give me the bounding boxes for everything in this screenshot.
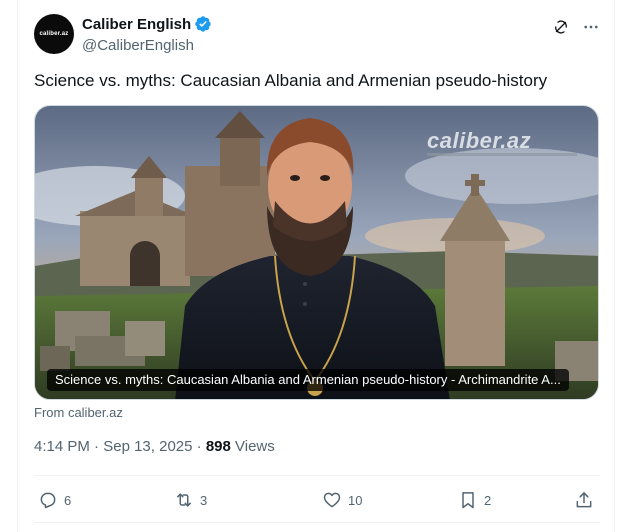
like-count: 10: [348, 492, 363, 508]
link-card-caption: Science vs. myths: Caucasian Albania and…: [47, 369, 569, 391]
watermark-underline: [427, 153, 577, 156]
action-bar: 6 3 10 2: [34, 486, 600, 514]
reply-count: 6: [64, 492, 72, 508]
repost-count: 3: [200, 492, 208, 508]
avatar-logo-text: caliber.az: [39, 31, 69, 37]
grok-icon[interactable]: [552, 18, 570, 36]
meta-separator: ·: [89, 438, 104, 455]
like-button[interactable]: 10: [322, 486, 362, 514]
avatar[interactable]: caliber.az: [34, 14, 74, 54]
author-block: Caliber English @CaliberEnglish: [82, 14, 212, 54]
heart-icon: [323, 492, 341, 508]
bookmark-count: 2: [484, 492, 492, 508]
views-label: Views: [230, 438, 275, 455]
share-icon: [576, 492, 592, 508]
tweet-date[interactable]: Sep 13, 2025: [103, 438, 192, 455]
divider: [34, 475, 600, 476]
bookmark-icon: [462, 492, 474, 509]
author-display-name[interactable]: Caliber English: [82, 16, 191, 33]
link-source[interactable]: From caliber.az: [34, 405, 123, 420]
link-card-image[interactable]: caliber.az Science vs. myths: Caucasian …: [34, 105, 599, 400]
verified-badge-icon: [194, 15, 212, 33]
views-count: 898: [205, 438, 231, 455]
repost-icon: [177, 493, 191, 507]
tweet-time[interactable]: 4:14 PM: [34, 438, 90, 455]
tweet-text: Science vs. myths: Caucasian Albania and…: [34, 71, 548, 90]
tweet-card: caliber.az Caliber English @CaliberEngli…: [17, 0, 615, 532]
watermark-text: caliber.az: [427, 128, 532, 153]
repost-button[interactable]: 3: [174, 486, 207, 514]
more-options-icon[interactable]: [582, 18, 600, 36]
author-handle[interactable]: @CaliberEnglish: [82, 37, 212, 54]
tweet-meta: 4:14 PM · Sep 13, 2025 · 898 Views: [34, 438, 275, 455]
reply-button[interactable]: 6: [38, 486, 71, 514]
reply-icon: [40, 492, 56, 509]
share-button[interactable]: [574, 486, 594, 514]
tweet-header: caliber.az Caliber English @CaliberEngli…: [34, 12, 600, 56]
media-watermark: caliber.az: [419, 124, 584, 160]
meta-separator-2: ·: [192, 438, 206, 455]
bottom-divider: [34, 522, 600, 523]
bookmark-button[interactable]: 2: [458, 486, 491, 514]
